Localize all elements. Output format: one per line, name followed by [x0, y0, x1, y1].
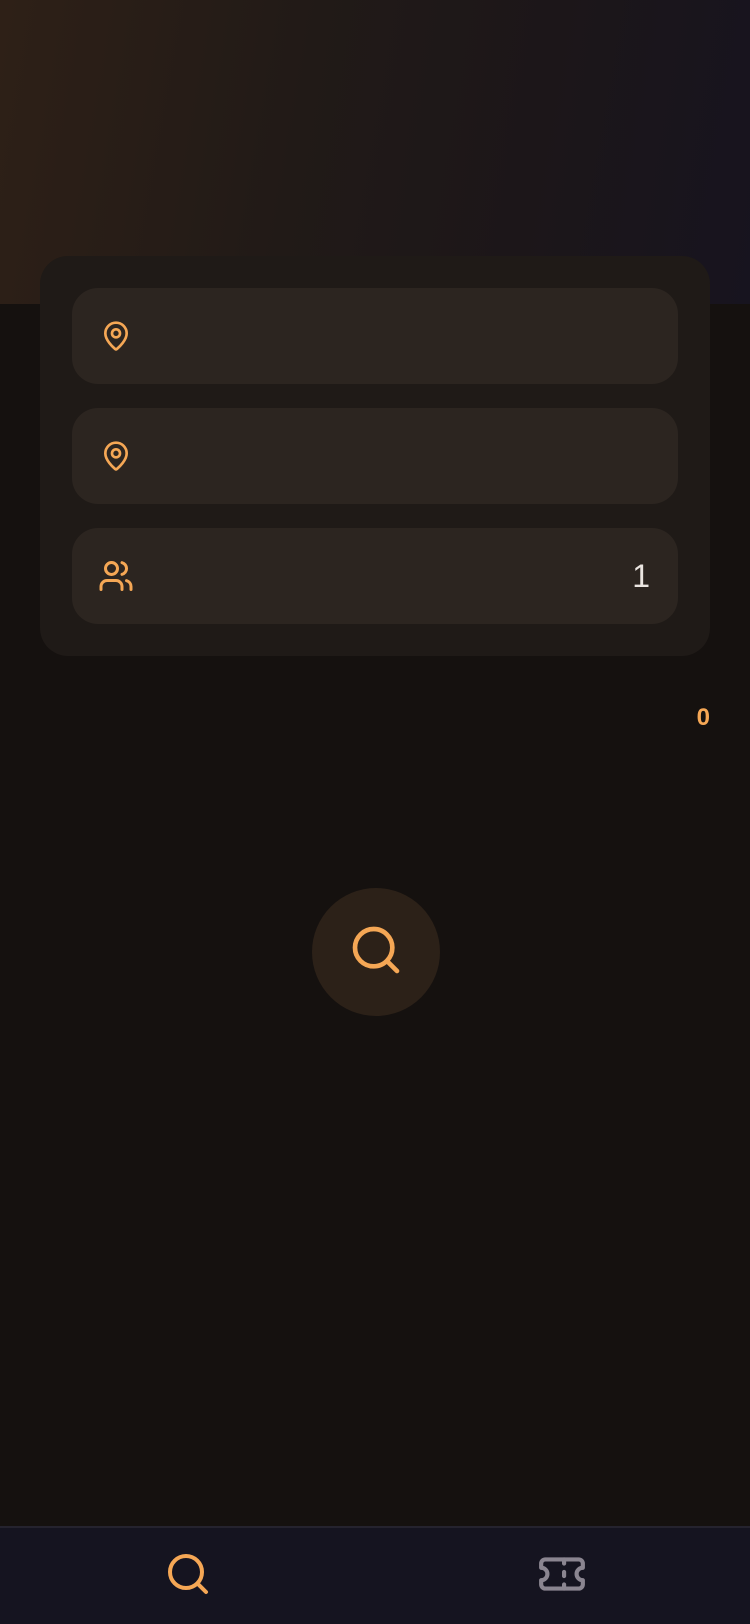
- screen: 1 0: [0, 0, 750, 1624]
- map-pin-icon: [98, 438, 134, 474]
- bottom-nav: [0, 1526, 750, 1624]
- nav-item-search[interactable]: [156, 1544, 220, 1608]
- search-icon: [164, 1550, 212, 1603]
- search-icon: [348, 922, 404, 983]
- users-icon: [98, 558, 134, 594]
- search-button[interactable]: [312, 888, 440, 1016]
- ticket-icon: [537, 1549, 587, 1604]
- destination-field[interactable]: [72, 408, 678, 504]
- results-count: 0: [696, 704, 710, 731]
- search-card: 1: [40, 256, 710, 656]
- passenger-count: 1: [632, 557, 650, 594]
- origin-field[interactable]: [72, 288, 678, 384]
- map-pin-icon: [98, 318, 134, 354]
- passengers-field[interactable]: 1: [72, 528, 678, 624]
- nav-item-tickets[interactable]: [530, 1544, 594, 1608]
